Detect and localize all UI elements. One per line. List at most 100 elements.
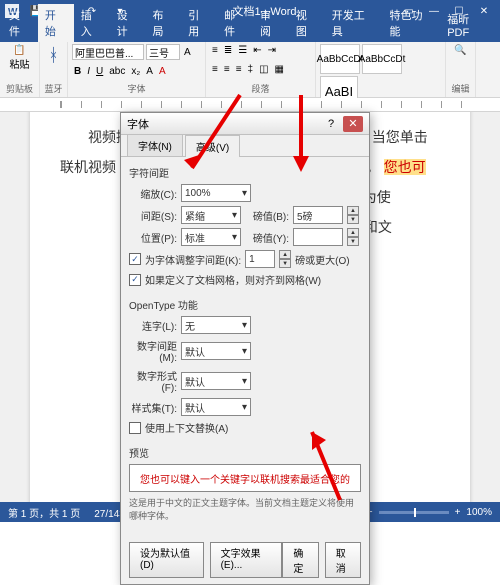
- position-pt-spinner[interactable]: ▲▼: [347, 228, 359, 246]
- bullets-icon[interactable]: ≡: [210, 44, 220, 57]
- font-color-icon[interactable]: A: [157, 65, 168, 78]
- paste-label: 粘贴: [10, 56, 30, 71]
- dialog-title: 字体: [127, 116, 149, 132]
- spacing-pt-input[interactable]: 5磅: [293, 206, 343, 224]
- numform-label: 数字形式(F):: [129, 368, 177, 394]
- indent-dec-icon[interactable]: ⇤: [251, 44, 263, 57]
- page-status[interactable]: 第 1 页，共 1 页: [8, 505, 80, 520]
- tab-review[interactable]: 审阅: [253, 4, 289, 42]
- dialog-buttons: 设为默认值(D) 文字效果(E)... 确定 取消: [121, 536, 369, 584]
- find-icon[interactable]: 🔍: [450, 44, 471, 57]
- font-family-select[interactable]: 阿里巴巴普...: [72, 44, 144, 60]
- underline-icon[interactable]: U: [94, 65, 105, 78]
- tab-home[interactable]: 开始: [38, 4, 74, 42]
- numspacing-label: 数字间距(M):: [129, 338, 177, 364]
- ligatures-select[interactable]: 无▾: [181, 316, 251, 334]
- tab-devtools[interactable]: 开发工具: [325, 4, 383, 42]
- dialog-tab-advanced[interactable]: 高级(V): [185, 135, 240, 157]
- text-hl1: 您也可: [384, 159, 426, 175]
- kerning-checkbox[interactable]: ✓: [129, 253, 141, 265]
- position-pt-label: 磅值(Y):: [245, 230, 289, 245]
- font-dialog: 字体 ? ✕ 字体(N) 高级(V) 字符间距 缩放(C): 100%▾ 间距(…: [120, 112, 370, 585]
- position-pt-input[interactable]: [293, 228, 343, 246]
- style-nospacing[interactable]: AaBbCcDt: [362, 44, 402, 74]
- paragraph-group-label: 段落: [210, 82, 311, 95]
- preview-desc: 这是用于中文的正文主题字体。当前文档主题定义将使用哪种字体。: [129, 496, 361, 522]
- dialog-tab-font[interactable]: 字体(N): [127, 134, 183, 156]
- align-right-icon[interactable]: ≡: [234, 63, 244, 76]
- preview-box: 您也可以键入一个关键字以联机搜索最适合您的: [129, 464, 361, 492]
- tab-mailings[interactable]: 邮件: [217, 4, 253, 42]
- text-effects-button[interactable]: 文字效果(E)...: [210, 542, 283, 578]
- highlight-icon[interactable]: A: [144, 65, 155, 78]
- position-select[interactable]: 标准▾: [181, 228, 241, 246]
- font-group-label: 字体: [72, 82, 201, 95]
- zoom-level[interactable]: 100%: [466, 507, 492, 518]
- grid-label: 如果定义了文档网格，则对齐到网格(W): [145, 272, 321, 287]
- styleset-label: 样式集(T):: [129, 400, 177, 415]
- tab-features[interactable]: 特色功能: [382, 4, 440, 42]
- scale-label: 缩放(C):: [129, 186, 177, 201]
- context-label: 使用上下文替换(A): [145, 420, 228, 435]
- tab-layout[interactable]: 布局: [145, 4, 181, 42]
- kerning-label: 为字体调整字间距(K):: [145, 252, 241, 267]
- tab-pdf[interactable]: 福昕PDF: [440, 8, 498, 42]
- clipboard-icon: 📋: [13, 45, 25, 56]
- editing-group-label: 编辑: [450, 82, 471, 95]
- line-spacing-icon[interactable]: ‡: [246, 63, 256, 76]
- borders-icon[interactable]: ▦: [273, 63, 286, 76]
- ok-button[interactable]: 确定: [282, 542, 318, 578]
- tab-view[interactable]: 视图: [289, 4, 325, 42]
- cancel-button[interactable]: 取消: [325, 542, 361, 578]
- zoom-in-icon[interactable]: +: [455, 507, 461, 518]
- style-normal[interactable]: AaBbCcDt: [320, 44, 360, 74]
- numspacing-select[interactable]: 默认▾: [181, 342, 251, 360]
- zoom-controls: − + 100%: [367, 507, 492, 518]
- horizontal-ruler[interactable]: [0, 98, 500, 112]
- set-default-button[interactable]: 设为默认值(D): [129, 542, 204, 578]
- kerning-input[interactable]: 1: [245, 250, 275, 268]
- ribbon-tabs: 文件 开始 插入 设计 布局 引用 邮件 审阅 视图 开发工具 特色功能 福昕P…: [0, 22, 500, 42]
- spacing-label: 间距(S):: [129, 208, 177, 223]
- grow-font-icon[interactable]: A: [182, 46, 193, 59]
- opentype-section-title: OpenType 功能: [129, 297, 361, 312]
- align-center-icon[interactable]: ≡: [222, 63, 232, 76]
- spacing-pt-spinner[interactable]: ▲▼: [347, 206, 359, 224]
- clipboard-group-label: 剪贴板: [4, 82, 35, 95]
- numbering-icon[interactable]: ≣: [222, 44, 234, 57]
- ligatures-label: 连字(L):: [129, 318, 177, 333]
- dialog-help-icon[interactable]: ?: [321, 116, 341, 132]
- sub-icon[interactable]: x₂: [129, 65, 142, 78]
- dialog-close-icon[interactable]: ✕: [343, 116, 363, 132]
- font-size-select[interactable]: 三号: [146, 44, 180, 60]
- dialog-tabs: 字体(N) 高级(V): [121, 135, 369, 157]
- dialog-titlebar[interactable]: 字体 ? ✕: [121, 113, 369, 135]
- spacing-select[interactable]: 紧缩▾: [181, 206, 241, 224]
- strike-icon[interactable]: abc: [107, 65, 127, 78]
- position-label: 位置(P):: [129, 230, 177, 245]
- styleset-select[interactable]: 默认▾: [181, 398, 251, 416]
- italic-icon[interactable]: I: [85, 65, 92, 78]
- tab-design[interactable]: 设计: [110, 4, 146, 42]
- multilevel-icon[interactable]: ☰: [236, 44, 249, 57]
- spacing-pt-label: 磅值(B):: [245, 208, 289, 223]
- scale-input[interactable]: 100%▾: [181, 184, 251, 202]
- shading-icon[interactable]: ◫: [257, 63, 270, 76]
- tab-insert[interactable]: 插入: [74, 4, 110, 42]
- bold-icon[interactable]: B: [72, 65, 83, 78]
- paste-button[interactable]: 📋 粘贴: [4, 44, 35, 72]
- kerning-spinner[interactable]: ▲▼: [279, 250, 291, 268]
- grid-checkbox[interactable]: ✓: [129, 274, 141, 286]
- tab-file[interactable]: 文件: [2, 4, 38, 42]
- numform-select[interactable]: 默认▾: [181, 372, 251, 390]
- dialog-body: 字符间距 缩放(C): 100%▾ 间距(S): 紧缩▾ 磅值(B): 5磅 ▲…: [121, 157, 369, 536]
- bluetooth-icon[interactable]: ᚼ: [44, 44, 63, 67]
- context-checkbox[interactable]: [129, 422, 141, 434]
- tab-references[interactable]: 引用: [181, 4, 217, 42]
- indent-inc-icon[interactable]: ⇥: [266, 44, 278, 57]
- align-left-icon[interactable]: ≡: [210, 63, 220, 76]
- bluetooth-group-label: 蓝牙: [44, 82, 63, 95]
- spacing-section-title: 字符间距: [129, 165, 361, 180]
- kerning-unit: 磅或更大(O): [295, 252, 349, 267]
- zoom-slider[interactable]: [379, 511, 449, 514]
